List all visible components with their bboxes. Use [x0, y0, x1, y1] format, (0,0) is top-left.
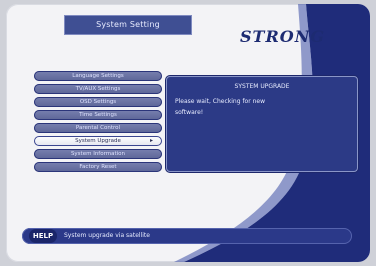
menu-item-time-settings[interactable]: Time Settings — [34, 110, 162, 120]
brand-logo: STRONG — [240, 27, 325, 46]
menu-item-system-upgrade[interactable]: System Upgrade ▸ — [34, 136, 162, 146]
menu-item-label: System Information — [70, 151, 126, 157]
menu-item-factory-reset[interactable]: Factory Reset — [34, 162, 162, 172]
menu-item-tv-aux-settings[interactable]: TV/AUX Settings — [34, 84, 162, 94]
menu-item-system-information[interactable]: System Information — [34, 149, 162, 159]
status-message: Please wait, Checking for new software! — [175, 98, 265, 116]
menu-item-label: Time Settings — [79, 112, 117, 118]
arrow-right-icon: ▸ — [149, 137, 153, 144]
help-button[interactable]: HELP — [29, 229, 57, 243]
menu-item-parental-control[interactable]: Parental Control — [34, 123, 162, 133]
panel-title: SYSTEM UPGRADE — [234, 83, 290, 90]
menu-item-osd-settings[interactable]: OSD Settings — [34, 97, 162, 107]
menu-item-label: OSD Settings — [79, 99, 117, 105]
menu-item-label: TV/AUX Settings — [75, 86, 121, 92]
help-bar: HELP System upgrade via satellite — [22, 228, 352, 244]
settings-menu: Language Settings TV/AUX Settings OSD Se… — [34, 71, 162, 175]
menu-item-label: Parental Control — [75, 125, 121, 131]
upgrade-panel: SYSTEM UPGRADE Please wait, Checking for… — [166, 76, 358, 172]
page-title: System Setting — [64, 15, 192, 35]
menu-item-label: System Upgrade — [75, 138, 121, 144]
tv-menu-frame: System Setting STRONG Language Settings … — [6, 4, 370, 262]
menu-item-language-settings[interactable]: Language Settings — [34, 71, 162, 81]
help-text: System upgrade via satellite — [64, 232, 150, 239]
screen: System Setting STRONG Language Settings … — [0, 0, 376, 266]
menu-item-label: Factory Reset — [79, 164, 117, 170]
menu-item-label: Language Settings — [72, 73, 124, 79]
